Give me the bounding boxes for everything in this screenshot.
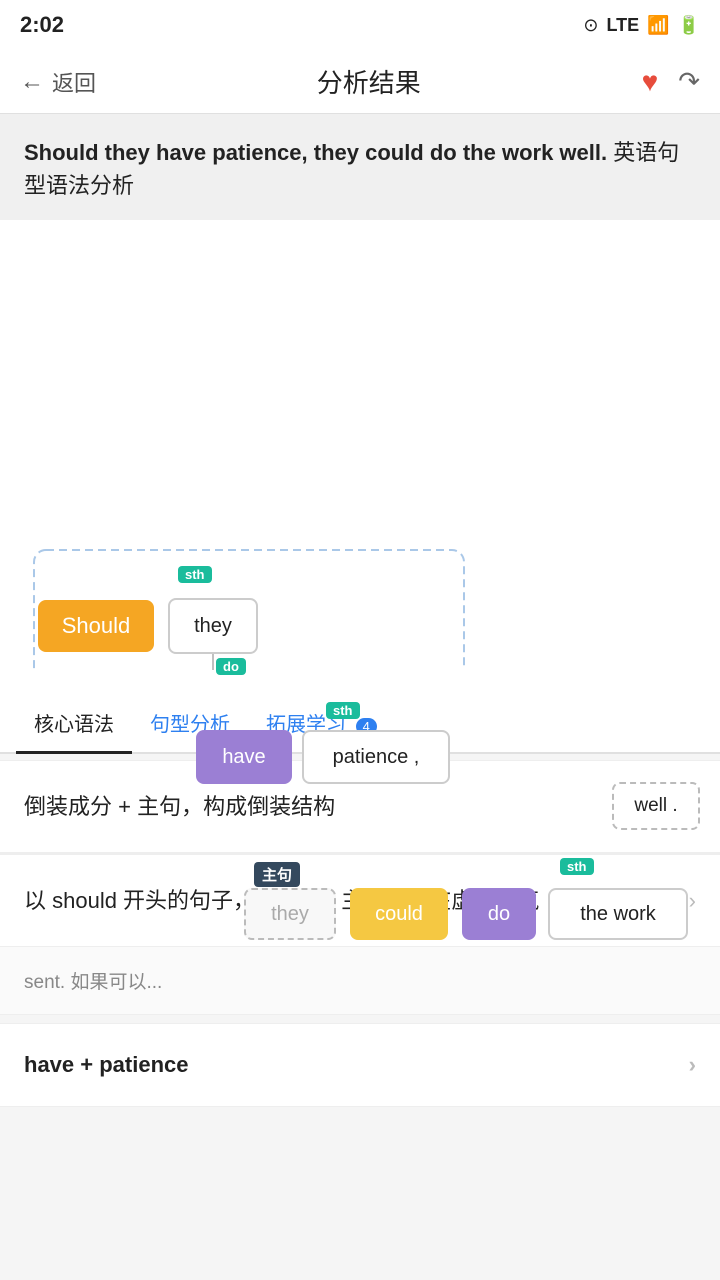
bottom-label: have + patience (24, 1052, 188, 1078)
node-should: Should (38, 600, 154, 652)
circle-icon: ⊙ (583, 15, 598, 36)
tab-core-grammar[interactable]: 核心语法 (16, 694, 132, 754)
subtext-section: sent. 如果可以... (0, 947, 720, 1015)
status-icons: ⊙ LTE 📶 🔋 (583, 15, 700, 36)
node-do: do (462, 888, 536, 940)
node-thework: the work (548, 888, 688, 940)
node-patience: patience , (302, 730, 450, 784)
node-they2: they (244, 888, 336, 940)
status-time: 2:02 (20, 12, 64, 38)
status-bar: 2:02 ⊙ LTE 📶 🔋 (0, 0, 720, 50)
diagram-area: sth Should they do sth have patience , w… (0, 220, 720, 690)
nav-back[interactable]: ← 返回 (20, 66, 96, 98)
node-could: could (350, 888, 448, 940)
tag-main-clause: 主句 (254, 862, 300, 887)
node-well: well . (612, 782, 700, 830)
tag-do: do (216, 658, 246, 675)
back-label[interactable]: 返回 (52, 66, 96, 98)
tag-sth-3: sth (560, 858, 594, 875)
diagram-inner: sth Should they do sth have patience , w… (16, 240, 704, 670)
share-icon[interactable]: ↷ (678, 66, 700, 97)
sentence-english: Should they have patience, they could do… (24, 140, 607, 165)
section-1-text: 倒装成分 + 主句，构成倒装结构 (24, 789, 689, 824)
tag-sth-1: sth (178, 566, 212, 583)
page-title: 分析结果 (317, 63, 421, 100)
node-they1: they (168, 598, 258, 654)
sentence-header: Should they have patience, they could do… (0, 114, 720, 220)
top-nav: ← 返回 分析结果 ♥ ↷ (0, 50, 720, 114)
lte-label: LTE (606, 15, 639, 36)
chevron-right-2: › (689, 883, 696, 918)
tag-sth-2: sth (326, 702, 360, 719)
back-arrow-icon[interactable]: ← (20, 68, 44, 96)
battery-icon: 🔋 (678, 15, 700, 36)
bottom-section[interactable]: have + patience › (0, 1023, 720, 1107)
signal-icon: 📶 (647, 15, 669, 36)
node-have: have (196, 730, 292, 784)
nav-actions: ♥ ↷ (642, 66, 700, 98)
favorite-icon[interactable]: ♥ (642, 66, 659, 98)
chevron-right-bottom: › (689, 1052, 696, 1078)
